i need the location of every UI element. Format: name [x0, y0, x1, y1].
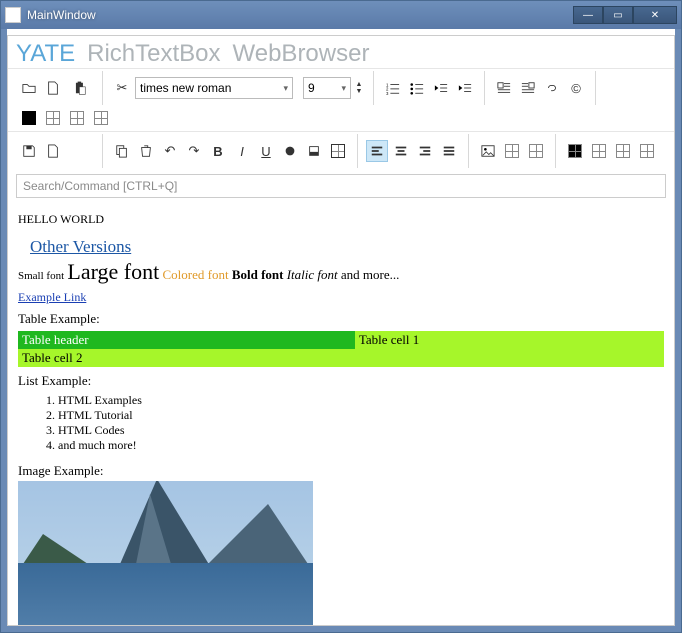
indent-button[interactable] — [454, 77, 476, 99]
view-tabs: YATE RichTextBox WebBrowser — [8, 36, 674, 68]
font-size-value: 9 — [308, 81, 315, 95]
table-row: Table header Table cell 1 — [18, 331, 664, 349]
client-area: YATE RichTextBox WebBrowser ✂ times new … — [7, 35, 675, 626]
colored-font-text: Colored font — [162, 267, 228, 282]
align-justify-button[interactable] — [438, 140, 460, 162]
example-image — [18, 481, 313, 625]
font-size-stepper[interactable]: ▲▼ — [353, 77, 365, 99]
image-label: Image Example: — [18, 463, 664, 479]
italic-button[interactable]: I — [231, 140, 253, 162]
list-label: List Example: — [18, 373, 664, 389]
bold-button[interactable]: B — [207, 140, 229, 162]
hello-text: HELLO WORLD — [18, 212, 664, 227]
chevron-down-icon: ▾ — [283, 83, 288, 94]
delete-button[interactable] — [135, 140, 157, 162]
font-family-select[interactable]: times new roman ▾ — [135, 77, 293, 99]
bold-font-text: Bold font — [232, 267, 284, 282]
new-doc-button[interactable] — [42, 140, 64, 162]
table-cell: Table cell 1 — [355, 331, 664, 349]
align-left-button[interactable] — [366, 140, 388, 162]
outdent-button[interactable] — [430, 77, 452, 99]
example-list: HTML Examples HTML Tutorial HTML Codes a… — [18, 393, 664, 453]
large-font-text: Large font — [67, 259, 159, 284]
tab-richtextbox[interactable]: RichTextBox — [87, 40, 220, 68]
text-color-button[interactable] — [279, 140, 301, 162]
more-text: and more... — [341, 267, 399, 282]
chevron-down-icon: ▾ — [341, 83, 346, 94]
toolbar-row-2: ↶ ↷ B I U — [8, 131, 674, 170]
flow-right-button[interactable] — [517, 77, 539, 99]
app-icon — [5, 7, 21, 23]
list-item: HTML Codes — [58, 423, 664, 438]
underline-button[interactable]: U — [255, 140, 277, 162]
copy-button[interactable] — [111, 140, 133, 162]
maximize-button[interactable]: ▭ — [603, 6, 633, 24]
image-button[interactable] — [477, 140, 499, 162]
list-item: HTML Examples — [58, 393, 664, 408]
small-font-text: Small font — [18, 270, 64, 282]
table-cell-button-1[interactable] — [501, 140, 523, 162]
table-cell — [355, 349, 664, 367]
example-link[interactable]: Example Link — [18, 290, 86, 304]
undo-button[interactable]: ↶ — [159, 140, 181, 162]
table-opt-2[interactable] — [588, 140, 610, 162]
flow-left-button[interactable] — [493, 77, 515, 99]
window-title: MainWindow — [27, 8, 573, 22]
tab-webbrowser[interactable]: WebBrowser — [233, 40, 370, 68]
align-right-button[interactable] — [414, 140, 436, 162]
close-button[interactable]: ✕ — [633, 6, 677, 24]
save-button[interactable] — [18, 140, 40, 162]
font-demo-line: Small font Large font Colored font Bold … — [18, 259, 664, 285]
table-button-2[interactable] — [66, 107, 88, 129]
font-family-value: times new roman — [140, 81, 231, 95]
titlebar: MainWindow — ▭ ✕ — [1, 1, 681, 29]
open-button[interactable] — [18, 77, 40, 99]
new-button[interactable] — [42, 77, 64, 99]
svg-text:3: 3 — [386, 91, 389, 95]
font-size-select[interactable]: 9▾ — [303, 77, 351, 99]
tab-yate[interactable]: YATE — [16, 40, 75, 68]
highlight-button[interactable] — [303, 140, 325, 162]
cut-button[interactable]: ✂ — [111, 77, 133, 99]
align-center-button[interactable] — [390, 140, 412, 162]
list-item: and much more! — [58, 438, 664, 453]
link-button[interactable] — [541, 77, 563, 99]
table-opt-3[interactable] — [612, 140, 634, 162]
table-opt-1[interactable] — [564, 140, 586, 162]
other-versions-link[interactable]: Other Versions — [30, 237, 664, 257]
minimize-button[interactable]: — — [573, 6, 603, 24]
table-button-3[interactable] — [90, 107, 112, 129]
table-opt-4[interactable] — [636, 140, 658, 162]
table-row: Table cell 2 — [18, 349, 664, 367]
special-char-button[interactable]: © — [565, 77, 587, 99]
toolbar-row-1: ✂ times new roman▾ 9▾ ▲▼ 123 © — [8, 68, 674, 131]
list-numbered-button[interactable]: 123 — [382, 77, 404, 99]
main-window: MainWindow — ▭ ✕ YATE RichTextBox WebBro… — [0, 0, 682, 633]
list-item: HTML Tutorial — [58, 408, 664, 423]
list-bullet-button[interactable] — [406, 77, 428, 99]
insert-table-button[interactable] — [327, 140, 349, 162]
table-button-1[interactable] — [42, 107, 64, 129]
table-cell-button-2[interactable] — [525, 140, 547, 162]
color-fill-button[interactable] — [18, 107, 40, 129]
redo-button[interactable]: ↷ — [183, 140, 205, 162]
italic-font-text: Italic font — [287, 267, 338, 282]
paste-button[interactable] — [66, 71, 94, 105]
document-content[interactable]: HELLO WORLD Other Versions Small font La… — [8, 202, 674, 625]
search-input[interactable]: Search/Command [CTRL+Q] — [16, 174, 666, 198]
table-cell: Table cell 2 — [18, 349, 355, 367]
search-placeholder: Search/Command [CTRL+Q] — [23, 179, 177, 193]
example-table: Table header Table cell 1 Table cell 2 — [18, 331, 664, 367]
table-label: Table Example: — [18, 311, 664, 327]
table-header-cell: Table header — [18, 331, 355, 349]
